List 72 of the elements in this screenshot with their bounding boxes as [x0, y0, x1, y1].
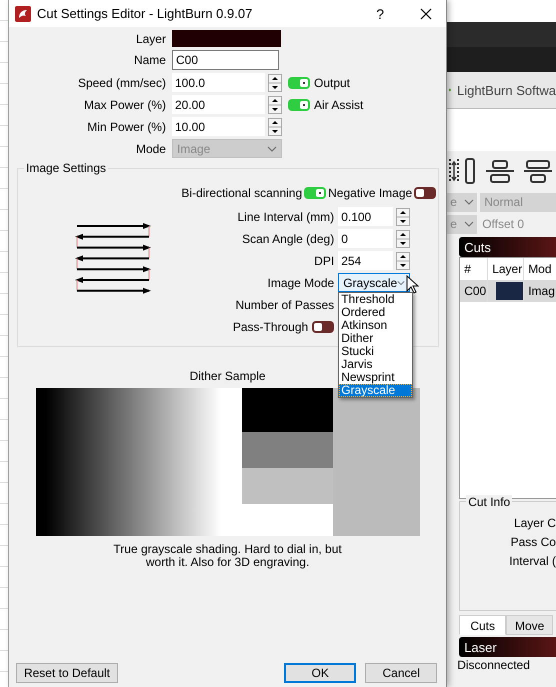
- layer-color-swatch[interactable]: [172, 30, 281, 47]
- field-label: Speed (mm/sec): [76, 76, 166, 90]
- field-label: Mode: [134, 142, 166, 156]
- field-label: Number of Passes: [235, 298, 334, 312]
- field-label: Layer C: [512, 515, 556, 532]
- tab[interactable]: Move: [506, 615, 554, 635]
- distribute-icon[interactable]: [449, 155, 478, 187]
- window-title: Cut Settings Editor - LightBurn 0.9.07: [36, 6, 254, 21]
- field-label: Line Interval (mm): [237, 210, 334, 224]
- toggle-switch[interactable]: [312, 320, 334, 332]
- toggle-label: Bi-directional scanning: [181, 186, 302, 200]
- align-icon[interactable]: [523, 157, 554, 185]
- field-label: Max Power (%): [82, 98, 166, 112]
- toggle-switch[interactable]: [288, 76, 310, 88]
- dropdown-option[interactable]: Atkinson: [339, 319, 412, 332]
- chevron-icon: [464, 221, 474, 227]
- field-label: Interval (: [508, 553, 556, 570]
- group-title: Cut Info: [466, 495, 512, 509]
- dialog-button[interactable]: OK: [284, 663, 356, 683]
- input-field[interactable]: C00: [172, 50, 279, 70]
- table-cell: Imag: [524, 280, 556, 302]
- dropdown-option[interactable]: Newsprint: [339, 371, 412, 384]
- input-field[interactable]: 0: [338, 229, 394, 248]
- input-field[interactable]: 10.00: [172, 117, 265, 136]
- input-field[interactable]: 254: [338, 251, 394, 270]
- panel-header: Laser: [459, 637, 556, 657]
- field-label: Image Mode: [267, 276, 334, 290]
- field-label: Name: [132, 53, 166, 67]
- toggle-label: Air Assist: [314, 98, 364, 112]
- browser-tab-title[interactable]: LightBurn Softwa: [456, 82, 556, 98]
- toggle-label: Output: [314, 76, 350, 90]
- input-field[interactable]: 0.100: [338, 207, 394, 226]
- table-cell: C00: [460, 280, 488, 302]
- field-label: DPI: [314, 254, 334, 268]
- description-text: True grayscale shading. Hard to dial in, but worth it. Also for 3D engraving.: [112, 543, 343, 569]
- field-label: Pass Co: [510, 534, 556, 551]
- toggle-label: Negative Image: [328, 186, 412, 200]
- group-title: Image Settings: [24, 161, 108, 175]
- toggle-switch[interactable]: [288, 98, 310, 110]
- dropdown-option[interactable]: Stucki: [339, 345, 412, 358]
- field-label: Layer: [134, 32, 166, 46]
- status-text: Disconnected: [457, 657, 531, 672]
- panel-header: Cuts: [459, 237, 556, 257]
- field-label: Offset 0: [481, 217, 524, 231]
- spinner-icon[interactable]: [396, 230, 410, 248]
- input-field[interactable]: 100.0: [172, 73, 265, 92]
- align-icon[interactable]: [485, 157, 516, 185]
- chevron-icon: [266, 146, 277, 152]
- dropdown-option[interactable]: Threshold: [339, 293, 412, 306]
- dialog-button[interactable]: Reset to Default: [16, 663, 118, 683]
- spinner-icon[interactable]: [268, 118, 282, 136]
- tab[interactable]: Cuts: [459, 615, 506, 635]
- spinner-icon[interactable]: [268, 74, 282, 92]
- field-label: Min Power (%): [86, 120, 166, 134]
- input-field[interactable]: 20.00: [172, 95, 265, 114]
- spinner-icon[interactable]: [268, 96, 282, 114]
- chevron-icon: [464, 199, 474, 205]
- field-label: Pass-Through: [232, 320, 308, 334]
- dialog-button[interactable]: Cancel: [365, 663, 438, 683]
- dropdown-option[interactable]: Ordered: [339, 306, 412, 319]
- dropdown-option[interactable]: Jarvis: [339, 358, 412, 371]
- help-button[interactable]: ?: [360, 6, 400, 22]
- toggle-switch[interactable]: [304, 187, 326, 199]
- logo-icon: [14, 6, 31, 22]
- spinner-icon[interactable]: [396, 252, 410, 270]
- chevron-icon: [397, 280, 406, 286]
- section-title: Dither Sample: [190, 369, 266, 383]
- dropdown-option[interactable]: Dither: [339, 332, 412, 345]
- spinner-icon[interactable]: [396, 208, 410, 226]
- field-label: Scan Angle (deg): [242, 232, 334, 246]
- dropdown-option[interactable]: Grayscale: [339, 384, 412, 397]
- toggle-switch[interactable]: [414, 187, 436, 199]
